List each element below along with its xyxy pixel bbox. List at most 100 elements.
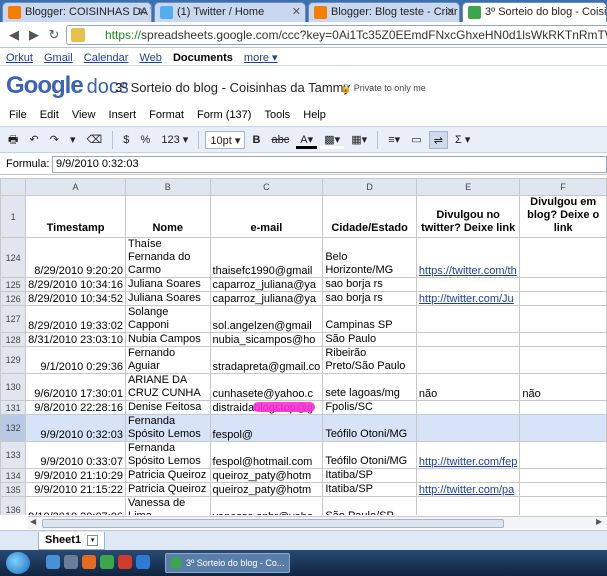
- cell-email[interactable]: queiroz_paty@hotm: [209, 468, 324, 483]
- row-header[interactable]: 124: [0, 237, 27, 278]
- cell-cidade[interactable]: Itatiba/SP: [322, 482, 417, 497]
- row-header[interactable]: 136: [0, 496, 27, 515]
- cell-blog[interactable]: [519, 277, 607, 292]
- row-header[interactable]: 132: [0, 414, 27, 442]
- cell-twitter[interactable]: [415, 277, 521, 292]
- taskbar-task-chrome[interactable]: 3º Sorteio do blog - Co...: [165, 553, 290, 573]
- cell-email[interactable]: caparroz_juliana@ya: [209, 277, 324, 292]
- cell-timestamp[interactable]: 8/29/2010 10:34:52: [25, 291, 126, 306]
- start-button-icon[interactable]: [6, 552, 30, 574]
- header-cell-timestamp[interactable]: Timestamp: [25, 195, 126, 238]
- chrome-icon[interactable]: [100, 555, 114, 569]
- cell-nome[interactable]: Solange Capponi: [124, 305, 211, 333]
- sheet-menu-dropdown-icon[interactable]: ▾: [87, 534, 99, 546]
- cell-timestamp[interactable]: 9/6/2010 17:30:01: [25, 373, 126, 401]
- cell-email[interactable]: queiroz_paty@hotm: [209, 482, 324, 497]
- show-desktop-icon[interactable]: [64, 555, 78, 569]
- cell-timestamp[interactable]: 9/9/2010 21:10:29: [25, 468, 126, 483]
- percent-format-button[interactable]: %: [136, 131, 154, 149]
- cell-timestamp[interactable]: 8/31/2010 23:03:10: [25, 332, 126, 347]
- redo-icon[interactable]: ↷: [46, 131, 63, 149]
- gbar-link-web[interactable]: Web: [139, 52, 161, 64]
- cell-twitter[interactable]: http://twitter.com/pa: [415, 482, 521, 497]
- row-header[interactable]: 1: [0, 195, 27, 238]
- reload-icon[interactable]: ↻: [44, 25, 64, 45]
- cell-timestamp[interactable]: 9/10/2010 20:07:06: [25, 496, 126, 515]
- cell-blog[interactable]: [519, 291, 607, 306]
- cell-cidade[interactable]: sete lagoas/mg: [322, 373, 417, 401]
- menu-form[interactable]: Form (137): [192, 108, 256, 122]
- row-header[interactable]: 134: [0, 468, 27, 483]
- gbar-link-orkut[interactable]: Orkut: [6, 52, 33, 64]
- cell-nome[interactable]: Patricia Queiroz: [124, 482, 211, 497]
- cell-cidade[interactable]: sao borja rs: [322, 277, 417, 292]
- cell-blog[interactable]: [519, 346, 607, 374]
- cell-timestamp[interactable]: 9/1/2010 0:29:36: [25, 346, 126, 374]
- cell-email[interactable]: fespol@: [209, 414, 324, 442]
- forward-icon[interactable]: ▶: [24, 25, 44, 45]
- cell-email[interactable]: caparroz_juliana@ya: [209, 291, 324, 306]
- gbar-link-calendar[interactable]: Calendar: [84, 52, 129, 64]
- bold-button[interactable]: B: [248, 131, 264, 149]
- header-cell-nome[interactable]: Nome: [124, 195, 211, 238]
- cell-cidade[interactable]: Fpolis/SC: [322, 400, 417, 415]
- cell-twitter[interactable]: [415, 496, 521, 515]
- select-all-corner[interactable]: [0, 178, 27, 196]
- close-tab-icon[interactable]: ✕: [446, 5, 455, 18]
- cell-nome[interactable]: Vanessa de Lima: [124, 496, 211, 515]
- cell-email[interactable]: fespol@hotmail.com: [209, 441, 324, 469]
- cell-cidade[interactable]: Teófilo Otoni/MG: [322, 414, 417, 442]
- browser-tab-blogger-teste[interactable]: Blogger: Blog teste - Criar ... ✕: [308, 2, 460, 22]
- menu-edit[interactable]: Edit: [35, 108, 64, 122]
- cell-cidade[interactable]: Ribeirão Preto/São Paulo: [322, 346, 417, 374]
- app-icon[interactable]: [118, 555, 132, 569]
- cell-timestamp[interactable]: 8/29/2010 10:34:16: [25, 277, 126, 292]
- cell-cidade[interactable]: sao borja rs: [322, 291, 417, 306]
- menu-help[interactable]: Help: [298, 108, 331, 122]
- cell-cidade[interactable]: Itatiba/SP: [322, 468, 417, 483]
- row-header[interactable]: 131: [0, 400, 27, 415]
- browser-tab-spreadsheet[interactable]: 3º Sorteio do blog - Coisinh...: [462, 2, 607, 22]
- align-icon[interactable]: ≡▾: [384, 131, 404, 149]
- scrollbar-thumb[interactable]: [42, 519, 504, 528]
- merge-cells-icon[interactable]: ▭: [407, 131, 425, 149]
- scroll-left-icon[interactable]: ◀: [30, 517, 36, 526]
- borders-icon[interactable]: ▦▾: [347, 131, 371, 149]
- close-tab-icon[interactable]: ✕: [292, 5, 301, 18]
- firefox-icon[interactable]: [82, 555, 96, 569]
- cell-email[interactable]: nubia_sicampos@ho: [209, 332, 324, 347]
- menu-file[interactable]: File: [4, 108, 32, 122]
- header-cell-twitter[interactable]: Divulgou no twitter? Deixe link: [415, 195, 521, 238]
- cell-nome[interactable]: ARIANE DA CRUZ CUNHA: [124, 373, 211, 401]
- menu-view[interactable]: View: [67, 108, 101, 122]
- cell-cidade[interactable]: Belo Horizonte/MG: [322, 237, 417, 278]
- currency-format-button[interactable]: $: [119, 131, 133, 149]
- cell-email[interactable]: sol.angelzen@gmail: [209, 305, 324, 333]
- cell-twitter[interactable]: [415, 346, 521, 374]
- cell-blog[interactable]: não: [519, 373, 607, 401]
- header-cell-email[interactable]: e-mail: [209, 195, 324, 238]
- cell-twitter[interactable]: [415, 332, 521, 347]
- cell-timestamp[interactable]: 9/9/2010 0:32:03: [25, 414, 126, 442]
- column-header-e[interactable]: E: [415, 178, 521, 196]
- menu-insert[interactable]: Insert: [104, 108, 142, 122]
- ie-icon[interactable]: [46, 555, 60, 569]
- cell-blog[interactable]: [519, 237, 607, 278]
- column-header-f[interactable]: F: [519, 178, 607, 196]
- formula-input[interactable]: 9/9/2010 0:32:03: [52, 156, 607, 173]
- cell-blog[interactable]: [519, 441, 607, 469]
- cell-cidade[interactable]: São Paulo: [322, 332, 417, 347]
- document-title[interactable]: 3º Sorteio do blog - Coisinhas da Tammy: [115, 80, 350, 95]
- row-header[interactable]: 133: [0, 441, 27, 469]
- horizontal-scrollbar[interactable]: ◀ ▶: [28, 516, 607, 529]
- cell-blog[interactable]: [519, 496, 607, 515]
- cell-nome[interactable]: Fernanda Spósito Lemos: [124, 414, 211, 442]
- row-header[interactable]: 130: [0, 373, 27, 401]
- close-tab-icon[interactable]: ✕: [138, 5, 147, 18]
- cell-timestamp[interactable]: 9/8/2010 22:28:16: [25, 400, 126, 415]
- scroll-right-icon[interactable]: ▶: [596, 517, 602, 526]
- cell-timestamp[interactable]: 9/9/2010 0:33:07: [25, 441, 126, 469]
- cell-email[interactable]: cunhasete@yahoo.c: [209, 373, 324, 401]
- row-header[interactable]: 127: [0, 305, 27, 333]
- gbar-more-link[interactable]: more ▾: [244, 52, 278, 64]
